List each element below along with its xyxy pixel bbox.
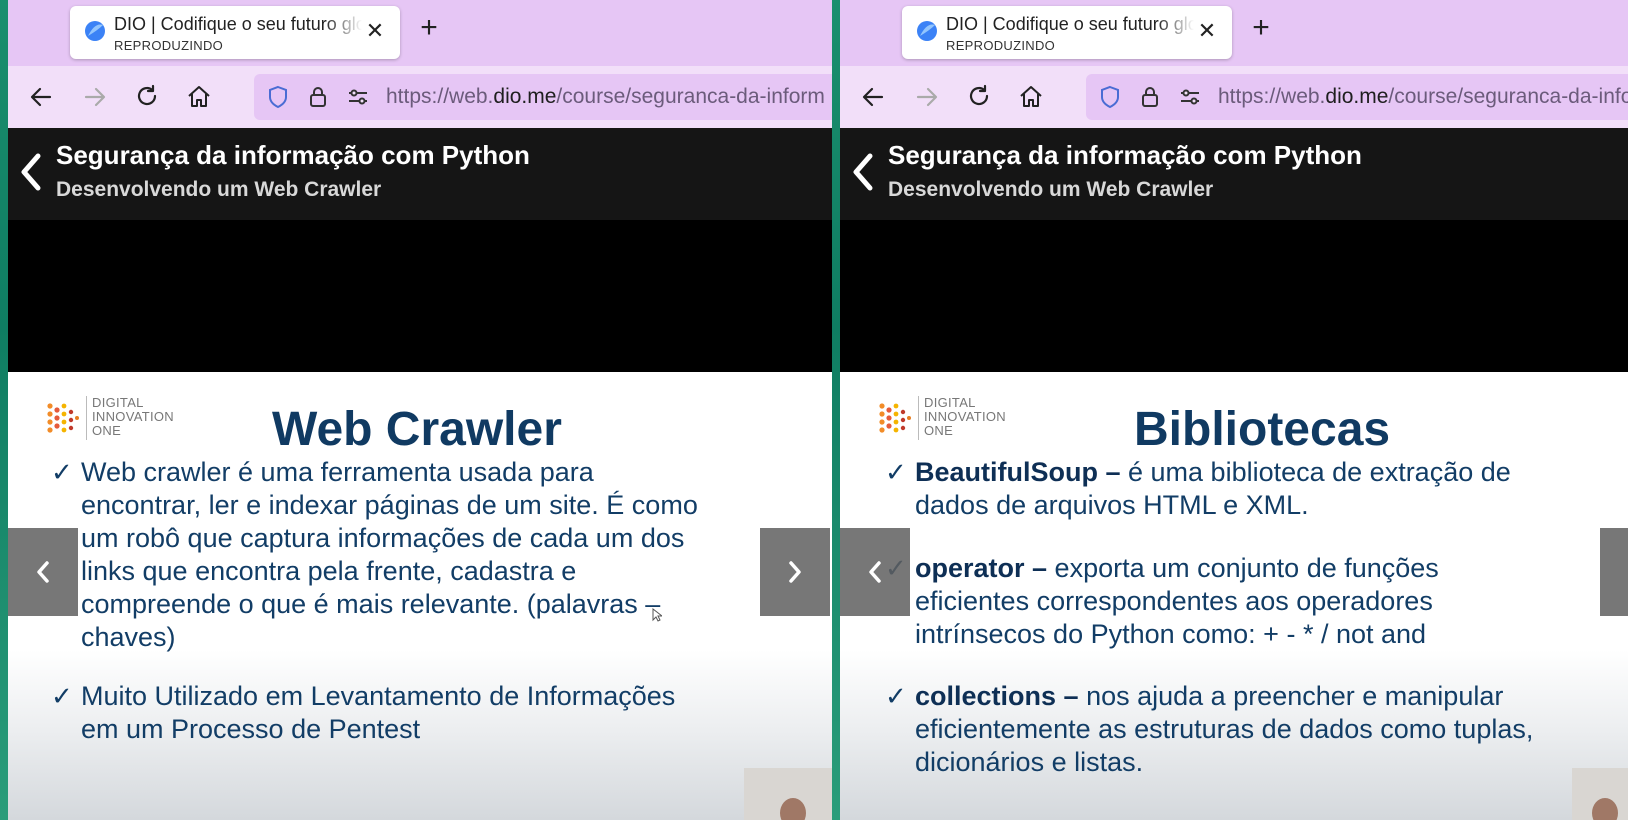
tab-title: DIO | Codifique o seu futuro glo — [114, 14, 362, 34]
logo-text: DIGITAL INNOVATION ONE — [924, 395, 1006, 438]
dio-dots-logo-icon — [47, 403, 79, 433]
course-header: Segurança da informação com Python Desen… — [8, 128, 832, 220]
slide: DIGITAL INNOVATION ONE Web Crawler ✓ Web c… — [8, 372, 832, 820]
dio-logo: DIGITAL INNOVATION ONE — [44, 394, 184, 442]
close-tab-icon[interactable]: ✕ — [1194, 18, 1220, 44]
close-tab-icon[interactable]: ✕ — [362, 18, 388, 44]
slide: DIGITAL INNOVATION ONE Bibliotecas ✓ Beaut… — [840, 372, 1628, 820]
browser-window-left: DIO | Codifique o seu futuro glo REPRODU… — [8, 0, 832, 820]
new-tab-icon[interactable]: + — [414, 13, 444, 44]
slide-bullet: ✓ operator – exporta um conjunto de funç… — [885, 552, 1439, 651]
dio-logo: DIGITAL INNOVATION ONE — [876, 394, 1016, 442]
tab-title: DIO | Codifique o seu futuro glo — [946, 14, 1194, 34]
carousel-next-button[interactable] — [1600, 528, 1628, 616]
course-title: Segurança da informação com Python — [56, 140, 530, 170]
video-area[interactable] — [840, 220, 1628, 372]
reload-icon[interactable] — [962, 80, 996, 114]
tab-dio[interactable]: DIO | Codifique o seu futuro glo REPRODU… — [902, 6, 1232, 59]
reload-icon[interactable] — [130, 80, 164, 114]
slide-title: Web Crawler — [272, 403, 562, 456]
course-header: Segurança da informação com Python Desen… — [840, 128, 1628, 220]
tab-audio-status: REPRODUZINDO — [946, 38, 1056, 53]
permissions-icon[interactable] — [346, 85, 370, 109]
home-icon[interactable] — [1014, 80, 1048, 114]
mouse-cursor-icon — [652, 608, 662, 622]
forward-icon[interactable] — [910, 80, 944, 114]
lock-icon[interactable] — [1138, 85, 1162, 109]
permissions-icon[interactable] — [1178, 85, 1202, 109]
slide-bullet: ✓ BeautifulSoup – é uma biblioteca de ex… — [885, 457, 1511, 520]
home-icon[interactable] — [182, 80, 216, 114]
slide-bullet: ✓ collections – nos ajuda a preencher e … — [885, 681, 1534, 777]
check-icon: ✓ — [885, 457, 907, 487]
nav-toolbar: https://web.dio.me/course/seguranca-da-i… — [8, 66, 832, 128]
chevron-left-icon[interactable] — [846, 150, 880, 194]
check-icon: ✓ — [51, 457, 73, 487]
shield-icon[interactable] — [1098, 85, 1122, 109]
tab-audio-status: REPRODUZINDO — [114, 38, 224, 53]
dio-logo-icon — [917, 21, 937, 41]
address-bar[interactable]: https://web.dio.me/course/seguranca-da-i… — [254, 74, 832, 120]
address-bar[interactable]: https://web.dio.me/course/seguranca-da-i… — [1086, 74, 1628, 120]
slide-bullet: ✓ Muito Utilizado em Levantamento de Inf… — [51, 681, 676, 744]
lock-icon[interactable] — [306, 85, 330, 109]
lesson-title: Desenvolvendo um Web Crawler — [888, 178, 1214, 201]
webcam-thumbnail — [1572, 768, 1628, 820]
new-tab-icon[interactable]: + — [1246, 13, 1276, 44]
dio-dots-logo-icon — [879, 403, 911, 433]
lesson-title: Desenvolvendo um Web Crawler — [56, 178, 382, 201]
back-icon[interactable] — [856, 80, 890, 114]
carousel-prev-button[interactable] — [840, 528, 910, 616]
webcam-thumbnail — [744, 768, 832, 820]
logo-text: DIGITAL INNOVATION ONE — [92, 395, 174, 438]
chevron-left-icon[interactable] — [14, 150, 48, 194]
url-text: https://web.dio.me/course/seguranca-da-i… — [1218, 85, 1628, 108]
tab-bar: DIO | Codifique o seu futuro glo REPRODU… — [840, 0, 1628, 66]
chevron-left-icon — [37, 561, 49, 583]
slide-title: Bibliotecas — [1134, 403, 1391, 456]
carousel-prev-button[interactable] — [8, 528, 78, 616]
forward-icon[interactable] — [78, 80, 112, 114]
dio-logo-icon — [85, 21, 105, 41]
tab-dio[interactable]: DIO | Codifique o seu futuro glo REPRODU… — [70, 6, 400, 59]
chevron-right-icon — [789, 561, 801, 583]
slide-bullet: ✓ Web crawler é uma ferramenta usada par… — [51, 457, 698, 652]
chevron-left-icon — [869, 561, 881, 583]
carousel-next-button[interactable] — [760, 528, 830, 616]
check-icon: ✓ — [51, 681, 73, 711]
browser-window-right: DIO | Codifique o seu futuro glo REPRODU… — [840, 0, 1628, 820]
nav-toolbar: https://web.dio.me/course/seguranca-da-i… — [840, 66, 1628, 128]
video-area[interactable] — [8, 220, 832, 372]
course-title: Segurança da informação com Python — [888, 140, 1362, 170]
url-text: https://web.dio.me/course/seguranca-da-i… — [386, 85, 825, 108]
shield-icon[interactable] — [266, 85, 290, 109]
tab-bar: DIO | Codifique o seu futuro glo REPRODU… — [8, 0, 832, 66]
check-icon: ✓ — [885, 681, 907, 711]
back-icon[interactable] — [24, 80, 58, 114]
